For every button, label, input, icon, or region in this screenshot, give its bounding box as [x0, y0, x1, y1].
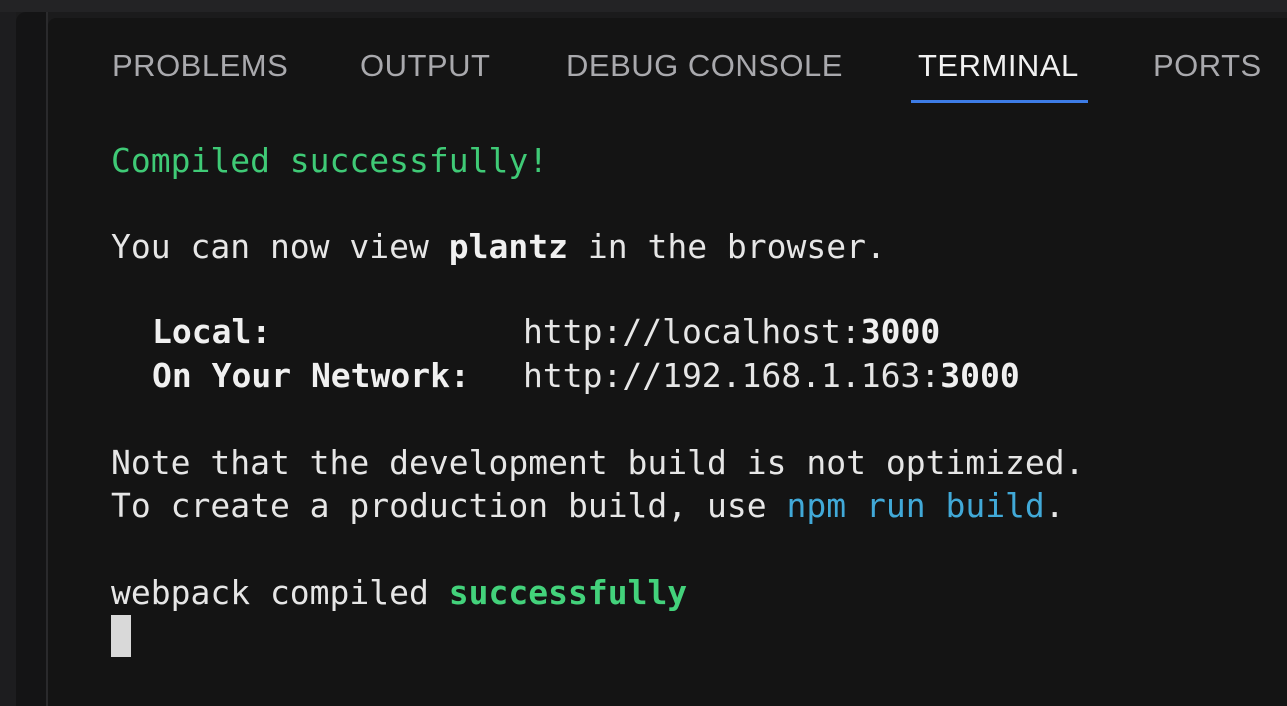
local-url-prefix: http://localhost: [523, 312, 861, 351]
view-prefix: You can now view [111, 227, 449, 266]
local-url[interactable]: http://localhost:3000 [523, 310, 940, 354]
npm-run-build-command: npm run build [786, 486, 1045, 525]
app-name: plantz [448, 227, 568, 266]
network-label: On Your Network: [152, 354, 470, 398]
network-url[interactable]: http://192.168.1.163:3000 [523, 354, 1020, 398]
tab-output[interactable]: OUTPUT [360, 48, 490, 98]
top-strip [0, 0, 1287, 12]
active-tab-indicator [911, 100, 1088, 103]
view-suffix: in the browser. [567, 227, 886, 266]
prod-suffix: . [1044, 486, 1065, 525]
production-build-line: To create a production build, use npm ru… [111, 484, 1065, 528]
tab-ports[interactable]: PORTS [1153, 48, 1262, 98]
local-port: 3000 [860, 312, 941, 351]
tab-problems[interactable]: PROBLEMS [112, 48, 288, 98]
local-label-text: Local: [152, 312, 272, 351]
local-label: Local: [152, 310, 271, 354]
webpack-status: successfully [448, 573, 688, 612]
network-port: 3000 [940, 356, 1020, 395]
left-gutter [0, 12, 16, 706]
terminal-output[interactable]: Compiled successfully! You can now view … [48, 114, 1287, 706]
bottom-panel: PROBLEMS OUTPUT DEBUG CONSOLE TERMINAL P… [48, 18, 1287, 706]
panel-tab-bar: PROBLEMS OUTPUT DEBUG CONSOLE TERMINAL P… [48, 18, 1287, 108]
network-label-text: On Your Network: [152, 356, 470, 395]
webpack-status-line: webpack compiled successfully [111, 571, 687, 615]
tab-terminal[interactable]: TERMINAL [918, 48, 1079, 98]
webpack-prefix: webpack compiled [111, 573, 449, 612]
note-line: Note that the development build is not o… [111, 443, 1085, 482]
activity-edge [16, 12, 48, 706]
terminal-cursor [111, 615, 131, 657]
network-url-prefix: http://192.168.1.163: [523, 356, 941, 395]
tab-debug-console[interactable]: DEBUG CONSOLE [566, 48, 843, 98]
vscode-window: PROBLEMS OUTPUT DEBUG CONSOLE TERMINAL P… [0, 0, 1287, 706]
view-message: You can now view plantz in the browser. [111, 225, 886, 269]
prod-prefix: To create a production build, use [111, 486, 787, 525]
compiled-message: Compiled successfully! [111, 141, 549, 180]
